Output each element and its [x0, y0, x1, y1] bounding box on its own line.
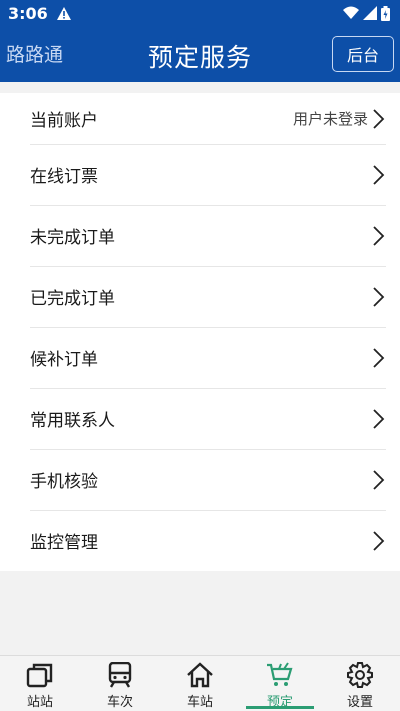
- menu-item-completed-orders[interactable]: 已完成订单: [0, 266, 400, 327]
- tab-label: 车站: [186, 695, 213, 710]
- admin-button[interactable]: 后台: [332, 36, 394, 72]
- wifi-icon: [343, 6, 359, 19]
- menu-item-current-account[interactable]: 当前账户 用户未登录: [0, 93, 400, 144]
- service-menu: 当前账户 用户未登录 在线订票 未完成订单 已完成订单 候补订单 常用联系人 手…: [0, 93, 400, 571]
- menu-item-label: 手机核验: [30, 472, 98, 492]
- gear-icon: [347, 662, 373, 688]
- chevron-right-icon: [373, 108, 385, 129]
- warning-icon: [56, 6, 71, 20]
- tab-station-to-station[interactable]: 站站: [0, 656, 80, 711]
- menu-item-pending-orders[interactable]: 未完成订单: [0, 205, 400, 266]
- tab-settings[interactable]: 设置: [320, 656, 400, 711]
- tab-label: 设置: [346, 695, 373, 710]
- app-header: 路路通 预定服务 后台: [0, 26, 400, 82]
- menu-item-contacts[interactable]: 常用联系人: [0, 388, 400, 449]
- tab-train-number[interactable]: 车次: [80, 656, 160, 711]
- cell-signal-icon: [363, 6, 377, 20]
- menu-item-online-booking[interactable]: 在线订票: [0, 144, 400, 205]
- cart-icon: [267, 662, 293, 686]
- copy-icon: [26, 663, 53, 688]
- chevron-right-icon: [373, 164, 385, 185]
- train-icon: [108, 662, 132, 688]
- menu-item-label: 在线订票: [30, 167, 98, 187]
- chevron-right-icon: [373, 225, 385, 246]
- account-status: 用户未登录: [292, 110, 368, 128]
- menu-item-waitlist-orders[interactable]: 候补订单: [0, 327, 400, 388]
- home-icon: [187, 662, 213, 688]
- tab-label: 站站: [26, 695, 53, 710]
- battery-icon: [381, 5, 390, 21]
- menu-item-monitor-management[interactable]: 监控管理: [0, 510, 400, 571]
- status-time: 3:06: [8, 3, 48, 23]
- chevron-right-icon: [373, 469, 385, 490]
- menu-item-label: 已完成订单: [30, 289, 115, 309]
- tab-label: 车次: [106, 695, 133, 710]
- status-bar: 3:06: [0, 0, 400, 26]
- tab-booking[interactable]: 预定: [240, 656, 320, 711]
- menu-item-label: 未完成订单: [30, 228, 115, 248]
- menu-item-label: 常用联系人: [30, 411, 115, 431]
- chevron-right-icon: [373, 347, 385, 368]
- chevron-right-icon: [373, 408, 385, 429]
- menu-item-phone-verification[interactable]: 手机核验: [0, 449, 400, 510]
- menu-item-label: 当前账户: [30, 111, 98, 131]
- menu-item-label: 候补订单: [30, 350, 98, 370]
- tab-label: 预定: [266, 695, 293, 710]
- chevron-right-icon: [373, 530, 385, 551]
- tab-station[interactable]: 车站: [160, 656, 240, 711]
- menu-item-label: 监控管理: [30, 533, 98, 553]
- bottom-tab-bar: 站站 车次 车站 预定 设置: [0, 655, 400, 711]
- chevron-right-icon: [373, 286, 385, 307]
